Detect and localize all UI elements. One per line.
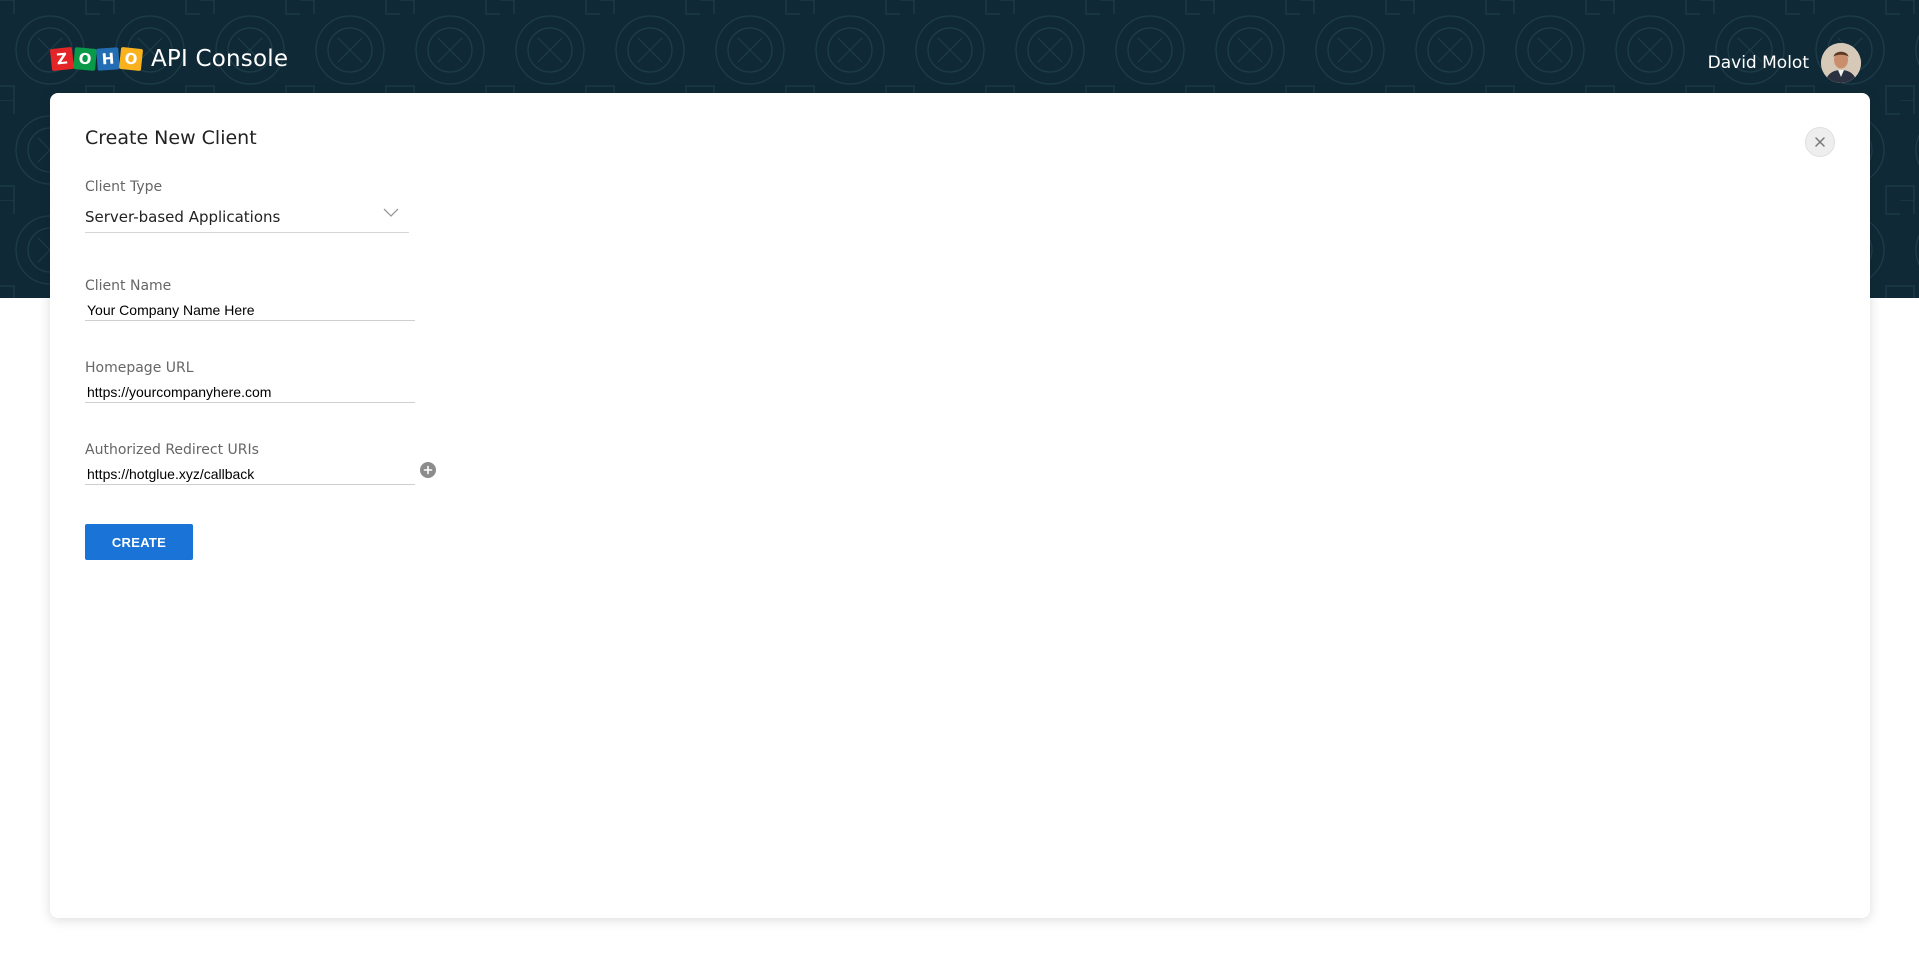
user-menu[interactable]: David Molot	[1708, 43, 1861, 83]
client-type-select[interactable]: Server-based Applications	[85, 206, 409, 233]
avatar[interactable]	[1821, 43, 1861, 83]
close-button[interactable]	[1805, 127, 1835, 157]
logo-tile-z: Z	[49, 46, 75, 72]
zoho-logo: Z O H O	[49, 46, 144, 72]
chevron-down-icon	[383, 208, 399, 217]
logo-tile-o-second: O	[118, 46, 144, 72]
close-icon	[1815, 137, 1825, 147]
homepage-url-input[interactable]	[85, 381, 415, 403]
create-button[interactable]: CREATE	[85, 524, 193, 560]
user-name: David Molot	[1707, 53, 1809, 73]
logo-tile-o: O	[73, 47, 97, 71]
product-title: API Console	[151, 46, 289, 72]
client-type-label: Client Type	[85, 179, 163, 195]
client-name-input[interactable]	[85, 299, 415, 321]
add-redirect-uri-button[interactable]	[420, 462, 436, 478]
avatar-image	[1821, 43, 1861, 83]
dialog-title: Create New Client	[85, 127, 257, 149]
logo-tile-h: H	[96, 47, 120, 71]
client-type-value: Server-based Applications	[85, 208, 281, 226]
redirect-uri-input[interactable]	[85, 463, 415, 485]
redirect-uris-label: Authorized Redirect URIs	[85, 442, 259, 458]
plus-circle-icon	[423, 465, 433, 475]
create-client-dialog: Create New Client Client Type Server-bas…	[50, 93, 1870, 918]
homepage-url-label: Homepage URL	[85, 360, 194, 376]
brand[interactable]: Z O H O API Console	[49, 46, 289, 72]
client-name-label: Client Name	[85, 278, 172, 294]
